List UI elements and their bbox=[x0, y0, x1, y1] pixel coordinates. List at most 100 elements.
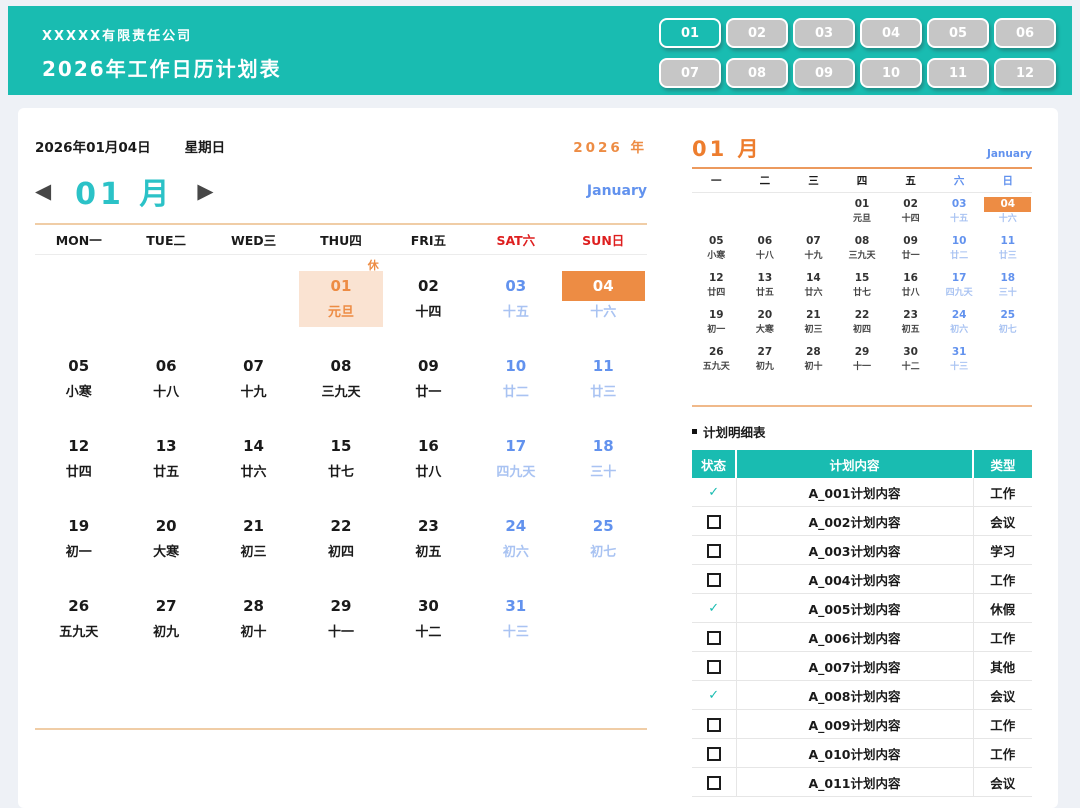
mini-day-cell-15: 15 廿七 bbox=[838, 267, 887, 304]
month-button-09[interactable]: 09 bbox=[793, 58, 855, 88]
mini-day-number: 17 bbox=[951, 272, 967, 284]
mini-lunar-label: 廿四 bbox=[707, 288, 726, 298]
status-checkbox[interactable] bbox=[706, 572, 721, 587]
mini-day-number: 28 bbox=[806, 346, 821, 358]
day-cell-30[interactable]: 30 十二 bbox=[385, 575, 472, 655]
day-cell-01[interactable]: 休 01 元旦 bbox=[297, 255, 384, 335]
day-cell-25[interactable]: 25 初七 bbox=[560, 495, 647, 575]
month-button-05[interactable]: 05 bbox=[927, 18, 989, 48]
day-cell-21[interactable]: 21 初三 bbox=[210, 495, 297, 575]
month-button-06[interactable]: 06 bbox=[994, 18, 1056, 48]
status-checkbox[interactable] bbox=[706, 630, 721, 645]
day-cell-27[interactable]: 27 初九 bbox=[122, 575, 209, 655]
day-cell-13[interactable]: 13 廿五 bbox=[122, 415, 209, 495]
mini-day-number: 04 bbox=[984, 197, 1032, 212]
mini-lunar-label: 初四 bbox=[853, 325, 872, 335]
day-number: 17 bbox=[505, 437, 527, 455]
prev-month-button[interactable]: ◀ bbox=[35, 180, 51, 202]
day-cell-16[interactable]: 16 廿八 bbox=[385, 415, 472, 495]
day-cell-02[interactable]: 02 十四 bbox=[385, 255, 472, 335]
status-checkbox[interactable] bbox=[706, 775, 721, 790]
day-cell-03[interactable]: 03 十五 bbox=[472, 255, 559, 335]
month-button-04[interactable]: 04 bbox=[860, 18, 922, 48]
day-cell-07[interactable]: 07 十九 bbox=[210, 335, 297, 415]
next-month-button[interactable]: ▶ bbox=[197, 180, 213, 202]
day-cell-20[interactable]: 20 大寒 bbox=[122, 495, 209, 575]
plan-type-cell: 工作 bbox=[972, 622, 1032, 652]
mini-lunar-label: 廿六 bbox=[804, 288, 823, 298]
mini-day-cell-10: 10 廿二 bbox=[935, 230, 984, 267]
mini-day-number: 07 bbox=[806, 235, 821, 247]
day-number: 04 bbox=[561, 271, 645, 301]
status-checkbox[interactable] bbox=[706, 717, 721, 732]
status-checkbox[interactable] bbox=[706, 514, 721, 529]
mini-month-unit: 月 bbox=[737, 137, 762, 161]
plan-type-cell: 学习 bbox=[972, 535, 1032, 565]
lunar-label: 廿五 bbox=[153, 465, 180, 480]
status-cell bbox=[692, 535, 736, 565]
day-cell-11[interactable]: 11 廿三 bbox=[560, 335, 647, 415]
calendar-empty-row bbox=[35, 655, 647, 728]
day-cell-18[interactable]: 18 三十 bbox=[560, 415, 647, 495]
date-row: 2026年01月04日 星期日 2026 年 bbox=[35, 136, 647, 156]
month-button-01[interactable]: 01 bbox=[659, 18, 721, 48]
month-button-07[interactable]: 07 bbox=[659, 58, 721, 88]
month-button-10[interactable]: 10 bbox=[860, 58, 922, 88]
check-icon[interactable]: ✓ bbox=[708, 601, 719, 616]
mini-day-cell-empty bbox=[789, 193, 838, 230]
day-cell-31[interactable]: 31 十三 bbox=[472, 575, 559, 655]
day-number: 05 bbox=[68, 357, 90, 375]
mini-day-cell-21: 21 初三 bbox=[789, 304, 838, 341]
mini-day-cell-03: 03 十五 bbox=[935, 193, 984, 230]
day-cell-06[interactable]: 06 十八 bbox=[122, 335, 209, 415]
day-cell-28[interactable]: 28 初十 bbox=[210, 575, 297, 655]
lunar-label: 廿一 bbox=[415, 385, 442, 400]
weekday-label: 三 bbox=[808, 175, 819, 187]
day-number: 06 bbox=[155, 357, 177, 375]
check-icon[interactable]: ✓ bbox=[708, 688, 719, 703]
day-cell-09[interactable]: 09 廿一 bbox=[385, 335, 472, 415]
brand-block: XXXXX有限责任公司 2026年工作日历计划表 bbox=[8, 6, 282, 95]
day-cell-23[interactable]: 23 初五 bbox=[385, 495, 472, 575]
day-cell-19[interactable]: 19 初一 bbox=[35, 495, 122, 575]
day-cell-14[interactable]: 14 廿六 bbox=[210, 415, 297, 495]
day-cell-26[interactable]: 26 五九天 bbox=[35, 575, 122, 655]
month-button-08[interactable]: 08 bbox=[726, 58, 788, 88]
day-number: 26 bbox=[68, 597, 90, 615]
mini-day-number: 27 bbox=[757, 346, 773, 358]
day-cell-12[interactable]: 12 廿四 bbox=[35, 415, 122, 495]
month-button-12[interactable]: 12 bbox=[994, 58, 1056, 88]
status-checkbox[interactable] bbox=[706, 659, 721, 674]
day-cell-10[interactable]: 10 廿二 bbox=[472, 335, 559, 415]
mini-day-number: 01 bbox=[854, 198, 870, 210]
mini-calendar-grid: 01 元旦 02 十四 03 十五 04 十六 05 小寒 06 十八 07 十九 08 三九天 09 廿一 10 廿… bbox=[692, 193, 1032, 378]
plan-table-row: A_007计划内容 其他 bbox=[692, 651, 1032, 681]
day-cell-05[interactable]: 05 小寒 bbox=[35, 335, 122, 415]
mini-lunar-label: 元旦 bbox=[853, 214, 872, 224]
plan-type-cell: 工作 bbox=[972, 709, 1032, 739]
calendar-grid: 休 01 元旦 02 十四 03 十五 04 十六 05 小寒 06 十八 07 十九 08 三九天 09 廿一 10… bbox=[35, 255, 647, 730]
status-checkbox[interactable] bbox=[706, 543, 721, 558]
mini-calendar-header: 01 月 January bbox=[692, 133, 1032, 169]
lunar-label: 廿七 bbox=[327, 465, 354, 480]
day-cell-24[interactable]: 24 初六 bbox=[472, 495, 559, 575]
month-button-02[interactable]: 02 bbox=[726, 18, 788, 48]
mini-day-cell-17: 17 四九天 bbox=[935, 267, 984, 304]
mini-lunar-label: 大寒 bbox=[755, 325, 774, 335]
lunar-label: 五九天 bbox=[59, 625, 99, 640]
mini-day-number: 29 bbox=[854, 346, 870, 358]
mini-lunar-label: 十八 bbox=[755, 251, 774, 261]
day-number: 20 bbox=[155, 517, 177, 535]
month-button-03[interactable]: 03 bbox=[793, 18, 855, 48]
check-icon[interactable]: ✓ bbox=[708, 485, 719, 500]
day-cell-22[interactable]: 22 初四 bbox=[297, 495, 384, 575]
month-button-11[interactable]: 11 bbox=[927, 58, 989, 88]
day-cell-17[interactable]: 17 四九天 bbox=[472, 415, 559, 495]
mini-lunar-label: 十九 bbox=[804, 251, 823, 261]
day-cell-08[interactable]: 08 三九天 bbox=[297, 335, 384, 415]
day-cell-04[interactable]: 04 十六 bbox=[560, 255, 647, 335]
status-cell bbox=[692, 651, 736, 681]
mini-day-number: 31 bbox=[951, 346, 967, 358]
day-cell-15[interactable]: 15 廿七 bbox=[297, 415, 384, 495]
day-cell-29[interactable]: 29 十一 bbox=[297, 575, 384, 655]
